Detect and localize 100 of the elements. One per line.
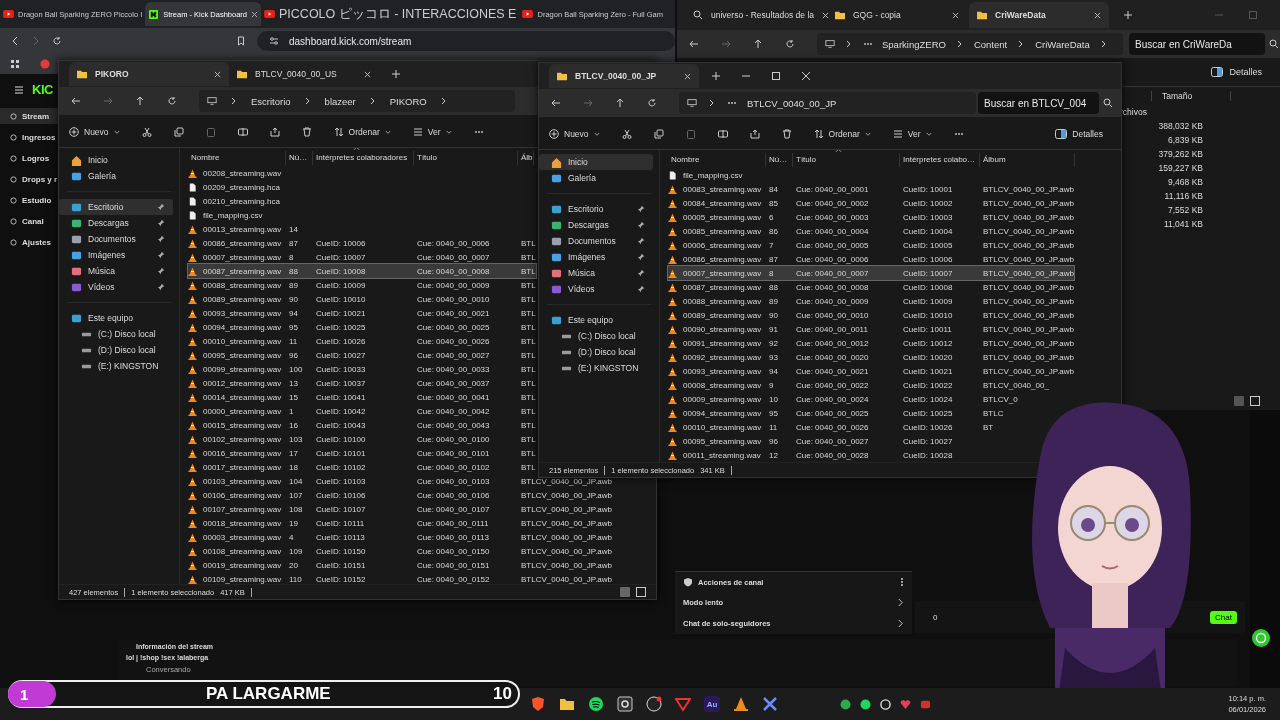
cone-icon[interactable]	[733, 696, 749, 712]
reload-icon[interactable]	[167, 96, 177, 106]
file-row[interactable]: 00093_streaming.wav 94 CueID: 10021 Cue: 0040_00_0021 BTL	[188, 306, 536, 320]
nav-item[interactable]: Vídeos	[59, 279, 173, 295]
new-button[interactable]: Nuevo	[69, 127, 120, 137]
browser-tab[interactable]: PICCOLO ピッコロ - INTERACCIONES E	[261, 2, 520, 26]
file-row[interactable]: 00005_streaming.wav 6 Cue: 0040_00_0003 CueID: 10003 BTLCV_0040_00_JP.awb	[668, 210, 1075, 224]
file-row[interactable]: 00107_streaming.wav 108 CueID: 10107 Cue: 0040_00_0107 BTLCV_0040_00_JP.awb	[188, 502, 613, 516]
file-row[interactable]: 00093_streaming.wav 94 Cue: 0040_00_0021 CueID: 10021 BTLCV_0040_00_JP.awb	[668, 364, 1075, 378]
file-row[interactable]: 00094_streaming.wav 95 CueID: 10025 Cue: 0040_00_0025 BTL	[188, 320, 536, 334]
up-icon[interactable]	[753, 39, 763, 49]
file-row[interactable]: 00208_streaming.wav	[188, 166, 518, 180]
back-icon[interactable]	[71, 96, 81, 106]
nav-item[interactable]: Este equipo	[59, 310, 173, 326]
folder-tab[interactable]: PIKORO	[69, 62, 229, 86]
sidebar-item[interactable]: Drops y r	[0, 171, 58, 187]
column-header[interactable]: Intérpretes colabo…	[900, 153, 980, 167]
sidebar-item[interactable]: Ingresos	[0, 129, 58, 145]
details-button[interactable]: Detalles	[1055, 129, 1103, 139]
file-row[interactable]: 00109_streaming.wav 110 CueID: 10152 Cue: 0040_00_0152 BTLCV_0040_00_JP.awb	[188, 572, 613, 584]
nav-item[interactable]: (C:) Disco local	[59, 326, 173, 342]
file-row[interactable]: 00007_streaming.wav 8 CueID: 10007 Cue: 0040_00_0007 BTL	[188, 250, 536, 264]
folder-tab[interactable]: GQG - copia	[827, 2, 967, 28]
folder-tab[interactable]: CriWareData	[969, 2, 1109, 28]
app-button[interactable]: Au	[704, 696, 720, 712]
sidebar-item[interactable]: Ajustes	[0, 234, 58, 250]
nav-item[interactable]: Descargas	[539, 217, 653, 233]
paste-icon[interactable]	[685, 129, 696, 139]
heart-icon[interactable]	[900, 698, 911, 710]
close-icon[interactable]	[251, 10, 258, 18]
tiles-view-icon[interactable]	[636, 587, 646, 597]
nav-item[interactable]: Música	[539, 265, 653, 281]
file-row[interactable]: 00016_streaming.wav 17 CueID: 10101 Cue: 0040_00_0101 BTL	[188, 446, 536, 460]
file-row[interactable]: 00017_streaming.wav 18 CueID: 10102 Cue: 0040_00_0102 BTL	[188, 460, 536, 474]
circle-icon[interactable]	[40, 59, 50, 69]
rename-icon[interactable]	[237, 127, 248, 137]
breadcrumb-item[interactable]: BTLCV_0040_00_JP	[747, 97, 837, 109]
address-bar[interactable]: SparkingZERO Content CriWareData	[817, 33, 1123, 55]
column-header[interactable]: Nombre	[188, 151, 286, 165]
file-row[interactable]: 00106_streaming.wav 107 CueID: 10106 Cue: 0040_00_0106 BTLCV_0040_00_JP.awb	[188, 488, 613, 502]
sidebar-item[interactable]: Canal	[0, 213, 58, 229]
column-header[interactable]: Nombre	[668, 153, 766, 167]
file-row[interactable]: 00010_streaming.wav 11 CueID: 10026 Cue: 0040_00_0026 BTL	[188, 334, 536, 348]
site-info-icon[interactable]	[269, 36, 279, 46]
address-bar[interactable]: dashboard.kick.com/stream	[257, 31, 675, 51]
file-row[interactable]: 00087_streaming.wav 88 CueID: 10008 Cue: 0040_00_0008 BTL	[188, 264, 536, 278]
nav-item[interactable]: (C:) Disco local	[539, 328, 653, 344]
nav-item[interactable]: Descargas	[59, 215, 173, 231]
breadcrumb-item[interactable]: Content	[973, 38, 1008, 50]
chat-button[interactable]: Chat	[1210, 610, 1237, 624]
nav-item[interactable]: Vídeos	[539, 281, 653, 297]
close-icon[interactable]	[364, 70, 371, 78]
file-row[interactable]: 00087_streaming.wav 88 Cue: 0040_00_0008 CueID: 10008 BTLCV_0040_00_JP.awb	[668, 280, 1075, 294]
breadcrumb-item[interactable]: PIKORO	[389, 95, 427, 107]
file-row[interactable]: 00210_streaming.hca	[188, 194, 518, 208]
search-field[interactable]: Buscar en BTLCV_004	[978, 92, 1099, 114]
column-header[interactable]: Álb	[518, 151, 534, 165]
folder-tab[interactable]: BTLCV_0040_00_US	[229, 62, 379, 86]
nav-item[interactable]: Inicio	[59, 152, 173, 168]
paste-icon[interactable]	[205, 127, 216, 137]
file-row[interactable]: 00108_streaming.wav 109 CueID: 10150 Cue: 0040_00_0150 BTLCV_0040_00_JP.awb	[188, 544, 613, 558]
new-button[interactable]: Nuevo	[549, 129, 600, 139]
nav-item[interactable]: Galería	[539, 170, 653, 186]
copy-icon[interactable]	[173, 127, 184, 137]
search-field[interactable]: Buscar en CriWareDa	[1129, 33, 1265, 55]
nav-item[interactable]: Música	[59, 263, 173, 279]
close-icon[interactable]	[952, 11, 959, 19]
file-row[interactable]: 00012_streaming.wav 13 CueID: 10037 Cue: 0040_00_0037 BTL	[188, 376, 536, 390]
sort-button[interactable]: Ordenar	[333, 127, 391, 137]
share-icon[interactable]	[749, 129, 760, 139]
gear-icon[interactable]	[617, 696, 633, 712]
close-icon[interactable]	[684, 72, 691, 80]
nav-item[interactable]: Documentos	[539, 233, 653, 249]
nav-item[interactable]: (E:) KINGSTON	[59, 358, 173, 374]
nav-item[interactable]: Escritorio	[59, 199, 173, 215]
nav-item[interactable]: Imágenes	[539, 249, 653, 265]
file-row[interactable]: 00095_streaming.wav 96 Cue: 0040_00_0027 CueID: 10027	[668, 434, 980, 448]
file-row[interactable]: 00086_streaming.wav 87 CueID: 10006 Cue: 0040_00_0006 BTL	[188, 236, 536, 250]
file-row[interactable]: 00018_streaming.wav 19 CueID: 10111 Cue: 0040_00_0111 BTLCV_0040_00_JP.awb	[188, 516, 613, 530]
copy-icon[interactable]	[653, 129, 664, 139]
forward-icon[interactable]	[583, 98, 593, 108]
file-row[interactable]: 00000_streaming.wav 1 CueID: 10042 Cue: 0040_00_0042 BTL	[188, 404, 536, 418]
bookmark-icon[interactable]	[236, 36, 246, 46]
file-row[interactable]: 00088_streaming.wav 89 CueID: 10009 Cue: 0040_00_0009 BTL	[188, 278, 536, 292]
back-icon[interactable]	[551, 98, 561, 108]
file-row[interactable]: 00086_streaming.wav 87 Cue: 0040_00_0006 CueID: 10006 BTLCV_0040_00_JP.awb	[668, 252, 1075, 266]
view-button[interactable]: Ver	[892, 129, 932, 139]
column-header[interactable]: Álbum	[980, 153, 1075, 167]
nav-item[interactable]: (D:) Disco local	[59, 342, 173, 358]
new-tab-icon[interactable]	[1123, 10, 1133, 20]
nav-item[interactable]: Inicio	[539, 154, 653, 170]
apps-grid-icon[interactable]	[10, 59, 20, 69]
nav-item[interactable]: Galería	[59, 168, 173, 184]
file-row[interactable]: 00003_streaming.wav 4 CueID: 10113 Cue: 0040_00_0113 BTLCV_0040_00_JP.awb	[188, 530, 613, 544]
nav-item[interactable]: Documentos	[59, 231, 173, 247]
tools-icon[interactable]	[762, 696, 778, 712]
file-row[interactable]: 00089_streaming.wav 90 CueID: 10010 Cue: 0040_00_0010 BTL	[188, 292, 536, 306]
file-row[interactable]: file_mapping.csv	[668, 168, 980, 182]
breadcrumb-item[interactable]: CriWareData	[1035, 38, 1090, 50]
details-button[interactable]: Detalles	[1211, 67, 1262, 77]
